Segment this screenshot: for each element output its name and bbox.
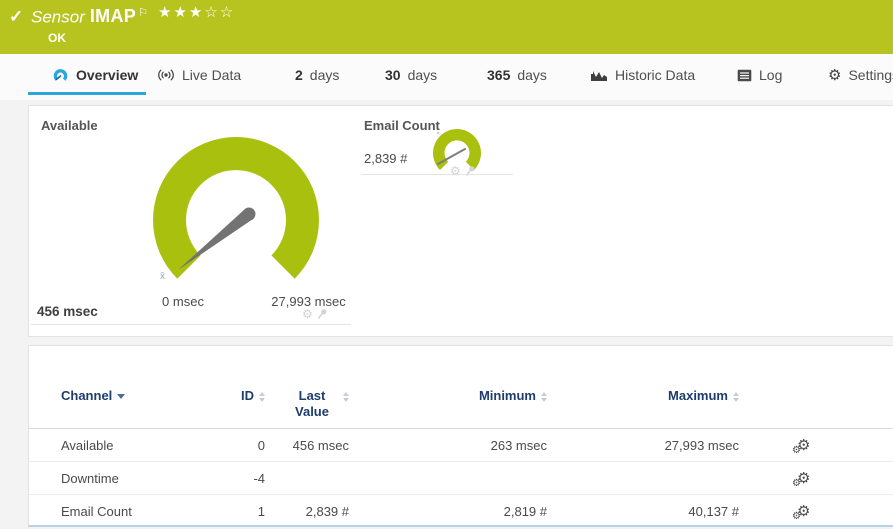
channel-table: Channel ID Last Value Minimum Maximum Av… — [29, 346, 893, 525]
email-count-current-value: 2,839 # — [364, 151, 408, 166]
table-row[interactable]: Available 0 456 msec 263 msec 27,993 mse… — [29, 429, 893, 462]
pin-icon[interactable] — [465, 165, 476, 177]
area-chart-icon — [591, 71, 607, 81]
header-label: Maximum — [668, 388, 728, 403]
table-row[interactable]: Email Count 1 2,839 # 2,819 # 40,137 # ⚙… — [29, 495, 893, 525]
header-label: Minimum — [478, 388, 536, 403]
gear-icon: ⚙ — [828, 66, 842, 84]
tab-live-data[interactable]: Live Data — [157, 54, 241, 96]
page-title: Sensor IMAP ⚐ — [31, 6, 148, 27]
tab-label: Overview — [76, 67, 139, 83]
tab-number: 2 — [295, 67, 303, 83]
gauge-min-label: 0 msec — [162, 294, 204, 309]
available-gauge — [153, 137, 319, 279]
available-current-value: 456 msec — [37, 304, 98, 319]
header-label: ID — [241, 388, 254, 403]
column-header-maximum[interactable]: Maximum — [547, 388, 739, 403]
tab-settings[interactable]: ⚙ Settings — [828, 54, 893, 96]
active-tab-underline — [28, 92, 146, 95]
divider — [31, 324, 351, 325]
tab-2-days[interactable]: 2 days — [295, 54, 339, 96]
cell-channel[interactable]: Available — [61, 438, 201, 453]
channel-settings-icon[interactable]: ⚙ ⚙ — [792, 438, 810, 453]
tab-label: Settings — [848, 67, 893, 83]
tab-label: days — [309, 67, 340, 83]
status-badge: OK — [48, 31, 66, 45]
column-header-id[interactable]: ID — [201, 388, 265, 403]
sensor-name: IMAP — [89, 6, 137, 27]
cell-maximum: 27,993 msec — [664, 437, 739, 453]
cell-id: -4 — [253, 470, 265, 486]
gauge-icon — [53, 68, 68, 81]
tab-30-days[interactable]: 30 days — [385, 54, 437, 96]
table-header-row: Channel ID Last Value Minimum Maximum — [29, 346, 893, 429]
sort-desc-icon — [117, 394, 126, 399]
pin-icon[interactable] — [317, 308, 328, 320]
flag-icon[interactable]: ⚐ — [138, 7, 148, 19]
sensor-header: ✓ Sensor IMAP ⚐ ★★★☆☆ OK — [0, 0, 893, 54]
gauge-title-email-count: Email Count — [364, 118, 440, 133]
overview-gauges-panel: Available x̄ 0 msec 27,993 msec 456 msec… — [28, 105, 893, 337]
tab-overview[interactable]: Overview — [52, 54, 138, 96]
log-list-icon — [737, 69, 752, 81]
tab-number: 365 — [487, 67, 511, 83]
column-header-last-value[interactable]: Last Value — [265, 388, 349, 421]
broadcast-icon — [158, 69, 174, 81]
channel-settings-icon[interactable]: ⚙ ⚙ — [792, 471, 810, 486]
priority-stars[interactable]: ★★★☆☆ — [158, 3, 235, 21]
gauge-title-available: Available — [41, 118, 98, 133]
cell-minimum: 263 msec — [490, 437, 547, 453]
title-prefix: Sensor — [31, 7, 85, 27]
tab-log[interactable]: Log — [737, 54, 782, 96]
column-header-channel[interactable]: Channel — [61, 388, 201, 403]
cell-last-value: 2,839 # — [305, 504, 349, 519]
tab-label: Historic Data — [615, 67, 696, 83]
header-label: Last Value — [295, 388, 329, 420]
cell-maximum: 40,137 # — [688, 504, 739, 519]
tab-number: 30 — [385, 67, 401, 83]
divider — [361, 174, 513, 175]
gauge-options[interactable]: ⚙ — [302, 308, 328, 320]
tab-historic-data[interactable]: Historic Data — [590, 54, 695, 96]
tab-label: Log — [759, 67, 783, 83]
tab-label: days — [517, 67, 547, 83]
tab-365-days[interactable]: 365 days — [487, 54, 547, 96]
cell-id: 1 — [257, 504, 265, 519]
cell-channel[interactable]: Downtime — [61, 471, 201, 486]
cell-channel[interactable]: Email Count — [61, 504, 201, 519]
gear-icon[interactable]: ⚙ — [302, 308, 313, 320]
average-marker: x̄ — [160, 271, 165, 282]
table-row[interactable]: Downtime -4 ⚙ ⚙ — [29, 462, 893, 495]
cell-id: 0 — [257, 437, 265, 453]
tab-label: days — [407, 67, 438, 83]
sort-icon — [733, 392, 739, 402]
cell-last-value: 456 msec — [292, 437, 349, 453]
channel-settings-icon[interactable]: ⚙ ⚙ — [792, 504, 810, 519]
cell-minimum: 2,819 # — [503, 504, 547, 519]
header-label: Channel — [61, 388, 113, 403]
column-header-minimum[interactable]: Minimum — [349, 388, 547, 403]
status-check-icon: ✓ — [9, 7, 24, 26]
tab-bar: Overview Live Data 2 days 30 days 365 da… — [0, 54, 893, 100]
gear-icon[interactable]: ⚙ — [450, 165, 461, 177]
gauge-options[interactable]: ⚙ — [450, 165, 476, 177]
tab-label: Live Data — [182, 67, 242, 83]
channel-table-panel: Channel ID Last Value Minimum Maximum Av… — [28, 345, 893, 527]
